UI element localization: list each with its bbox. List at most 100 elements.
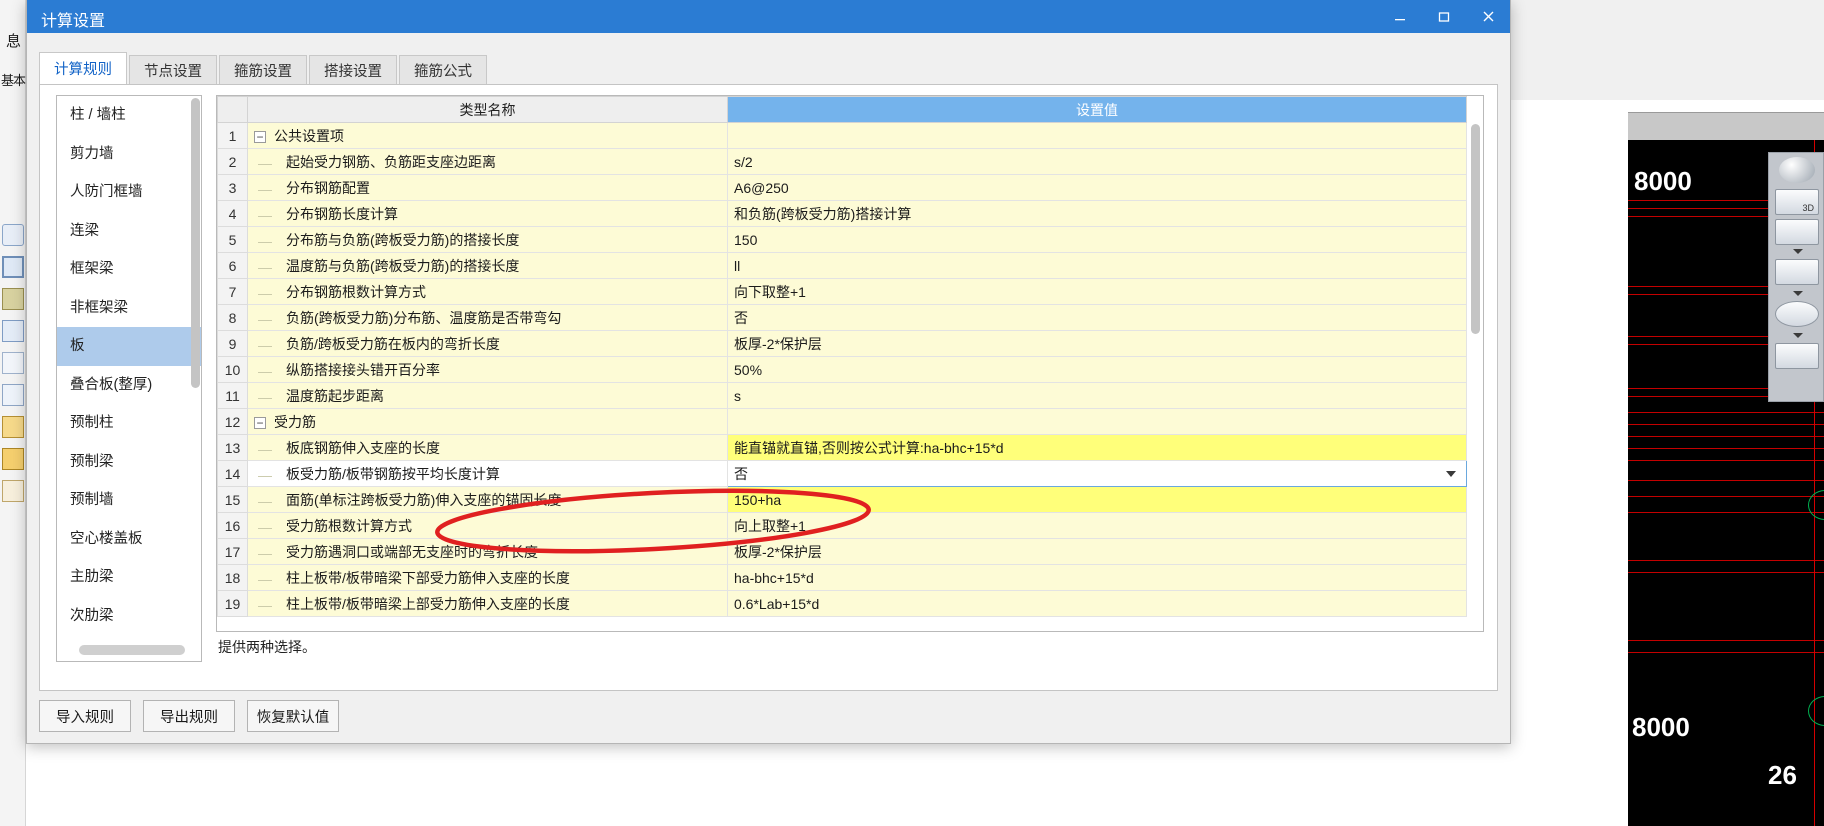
sidebar-horizontal-scrollbar[interactable] [79, 645, 185, 655]
grid-tool-icon[interactable] [2, 352, 24, 374]
footer-button-1[interactable]: 导出规则 [143, 700, 235, 732]
row-value-cell[interactable]: 150+ha [727, 486, 1467, 513]
row-name-cell[interactable]: — 板受力筋/板带钢筋按平均长度计算 [247, 460, 728, 487]
table-row[interactable]: 11 — 温度筋起步距离 s [217, 382, 1467, 409]
table-row[interactable]: 4 — 分布钢筋长度计算 和负筋(跨板受力筋)搭接计算 [217, 200, 1467, 227]
table-row[interactable]: 15 — 面筋(单标注跨板受力筋)伸入支座的锚固长度 150+ha [217, 486, 1467, 513]
row-value-cell[interactable]: ha-bhc+15*d [727, 564, 1467, 591]
sidebar-item-2[interactable]: 人防门框墙 [57, 173, 201, 212]
row-name-cell[interactable]: − 受力筋 [247, 408, 728, 435]
table-row[interactable]: 19 — 柱上板带/板带暗梁上部受力筋伸入支座的长度 0.6*Lab+15*d [217, 590, 1467, 617]
close-button[interactable] [1466, 0, 1510, 33]
row-value-cell[interactable]: ll [727, 252, 1467, 279]
row-value-cell[interactable]: 和负筋(跨板受力筋)搭接计算 [727, 200, 1467, 227]
sidebar-item-4[interactable]: 框架梁 [57, 250, 201, 289]
table-row[interactable]: 8 — 负筋(跨板受力筋)分布筋、温度筋是否带弯勾 否 [217, 304, 1467, 331]
maximize-button[interactable] [1422, 0, 1466, 33]
row-value-cell[interactable]: 150 [727, 226, 1467, 253]
row-name-cell[interactable]: — 分布钢筋根数计算方式 [247, 278, 728, 305]
sidebar-item-9[interactable]: 预制梁 [57, 443, 201, 482]
table-row[interactable]: 5 — 分布筋与负筋(跨板受力筋)的搭接长度 150 [217, 226, 1467, 253]
tab-4[interactable]: 箍筋公式 [399, 55, 487, 84]
row-value-cell[interactable] [727, 122, 1467, 149]
view-circle-button[interactable] [1775, 301, 1819, 327]
table-row[interactable]: 6 — 温度筋与负筋(跨板受力筋)的搭接长度 ll [217, 252, 1467, 279]
slab-tool-icon[interactable] [2, 224, 24, 246]
table-row[interactable]: 18 — 柱上板带/板带暗梁下部受力筋伸入支座的长度 ha-bhc+15*d [217, 564, 1467, 591]
sidebar-item-8[interactable]: 预制柱 [57, 404, 201, 443]
row-value-cell[interactable]: s [727, 382, 1467, 409]
sidebar-item-3[interactable]: 连梁 [57, 212, 201, 251]
sidebar-item-5[interactable]: 非框架梁 [57, 289, 201, 328]
rebar-tool-icon-active[interactable] [2, 288, 24, 310]
row-value-cell[interactable]: 0.6*Lab+15*d [727, 590, 1467, 617]
door-tool-icon[interactable] [2, 480, 24, 502]
table-row[interactable]: 2 — 起始受力钢筋、负筋距支座边距离 s/2 [217, 148, 1467, 175]
row-name-cell[interactable]: — 负筋(跨板受力筋)分布筋、温度筋是否带弯勾 [247, 304, 728, 331]
row-value-cell[interactable]: A6@250 [727, 174, 1467, 201]
footer-button-2[interactable]: 恢复默认值 [247, 700, 339, 732]
collapse-group-icon[interactable]: − [254, 130, 266, 143]
chevron-down-icon[interactable] [1793, 333, 1803, 338]
settings-grid[interactable]: 类型名称 设置值 1− 公共设置项 2— 起始受力钢筋、负筋距支座边距离 s/2 3— 分布… [216, 95, 1484, 632]
chevron-down-icon[interactable] [1446, 470, 1456, 477]
row-name-cell[interactable]: — 分布钢筋长度计算 [247, 200, 728, 227]
view-3d-button[interactable]: 3D [1775, 189, 1819, 215]
row-name-cell[interactable]: − 公共设置项 [247, 122, 728, 149]
row-name-cell[interactable]: — 受力筋遇洞口或端部无支座时的弯折长度 [247, 538, 728, 565]
sidebar-item-11[interactable]: 空心楼盖板 [57, 520, 201, 559]
table-row[interactable]: 12− 受力筋 [217, 408, 1467, 435]
sidebar-item-6[interactable]: 板 [57, 327, 201, 366]
row-value-combobox[interactable]: 否 [727, 460, 1467, 487]
chevron-down-icon[interactable] [1793, 249, 1803, 254]
row-name-cell[interactable]: — 温度筋起步距离 [247, 382, 728, 409]
grid-vertical-scrollbar[interactable] [1471, 124, 1480, 334]
row-value-cell[interactable]: 向上取整+1 [727, 512, 1467, 539]
plate-tool-icon[interactable] [2, 384, 24, 406]
sidebar-item-7[interactable]: 叠合板(整厚) [57, 366, 201, 405]
table-row[interactable]: 13 — 板底钢筋伸入支座的长度 能直锚就直锚,否则按公式计算:ha-bhc+15*d [217, 434, 1467, 461]
row-name-cell[interactable]: — 分布钢筋配置 [247, 174, 728, 201]
table-row[interactable]: 14 — 板受力筋/板带钢筋按平均长度计算 否 [217, 460, 1467, 487]
tab-2[interactable]: 箍筋设置 [219, 55, 307, 84]
row-name-cell[interactable]: — 负筋/跨板受力筋在板内的弯折长度 [247, 330, 728, 357]
cad-view-navigator[interactable]: 3D [1768, 152, 1824, 402]
collapse-group-icon[interactable]: − [254, 416, 266, 429]
orbit-icon[interactable] [1779, 157, 1815, 183]
opening-tool-icon[interactable] [2, 448, 24, 470]
view-plan-button[interactable] [1775, 219, 1819, 245]
table-row[interactable]: 3 — 分布钢筋配置 A6@250 [217, 174, 1467, 201]
footer-button-0[interactable]: 导入规则 [39, 700, 131, 732]
negative-rebar-tool-icon[interactable] [2, 320, 24, 342]
row-value-cell[interactable]: 板厚-2*保护层 [727, 330, 1467, 357]
table-row[interactable]: 1− 公共设置项 [217, 122, 1467, 149]
row-name-cell[interactable]: — 面筋(单标注跨板受力筋)伸入支座的锚固长度 [247, 486, 728, 513]
row-value-cell[interactable]: 向下取整+1 [727, 278, 1467, 305]
sidebar-item-12[interactable]: 主肋梁 [57, 558, 201, 597]
row-name-cell[interactable]: — 分布筋与负筋(跨板受力筋)的搭接长度 [247, 226, 728, 253]
sidebar-item-1[interactable]: 剪力墙 [57, 135, 201, 174]
table-row[interactable]: 10 — 纵筋搭接接头错开百分率 50% [217, 356, 1467, 383]
tab-1[interactable]: 节点设置 [129, 55, 217, 84]
row-value-cell[interactable]: 50% [727, 356, 1467, 383]
frame-tool-icon[interactable] [2, 256, 24, 278]
row-name-cell[interactable]: — 柱上板带/板带暗梁上部受力筋伸入支座的长度 [247, 590, 728, 617]
row-name-cell[interactable]: — 起始受力钢筋、负筋距支座边距离 [247, 148, 728, 175]
table-row[interactable]: 7 — 分布钢筋根数计算方式 向下取整+1 [217, 278, 1467, 305]
component-type-list[interactable]: 柱 / 墙柱 剪力墙 人防门框墙 连梁 框架梁 非框架梁板叠合板(整厚) 预制柱 预制梁 预制墙… [56, 95, 202, 662]
table-row[interactable]: 9 — 负筋/跨板受力筋在板内的弯折长度 板厚-2*保护层 [217, 330, 1467, 357]
row-value-cell[interactable]: 能直锚就直锚,否则按公式计算:ha-bhc+15*d [727, 434, 1467, 461]
sidebar-item-10[interactable]: 预制墙 [57, 481, 201, 520]
row-name-cell[interactable]: — 纵筋搭接接头错开百分率 [247, 356, 728, 383]
row-name-cell[interactable]: — 受力筋根数计算方式 [247, 512, 728, 539]
view-box-button[interactable] [1775, 259, 1819, 285]
row-value-cell[interactable]: s/2 [727, 148, 1467, 175]
tab-3[interactable]: 搭接设置 [309, 55, 397, 84]
row-name-cell[interactable]: — 温度筋与负筋(跨板受力筋)的搭接长度 [247, 252, 728, 279]
hole-tool-icon[interactable] [2, 416, 24, 438]
row-name-cell[interactable]: — 板底钢筋伸入支座的长度 [247, 434, 728, 461]
table-row[interactable]: 17 — 受力筋遇洞口或端部无支座时的弯折长度 板厚-2*保护层 [217, 538, 1467, 565]
row-value-cell[interactable] [727, 408, 1467, 435]
view-list-button[interactable] [1775, 343, 1819, 369]
row-value-cell[interactable]: 否 [727, 304, 1467, 331]
